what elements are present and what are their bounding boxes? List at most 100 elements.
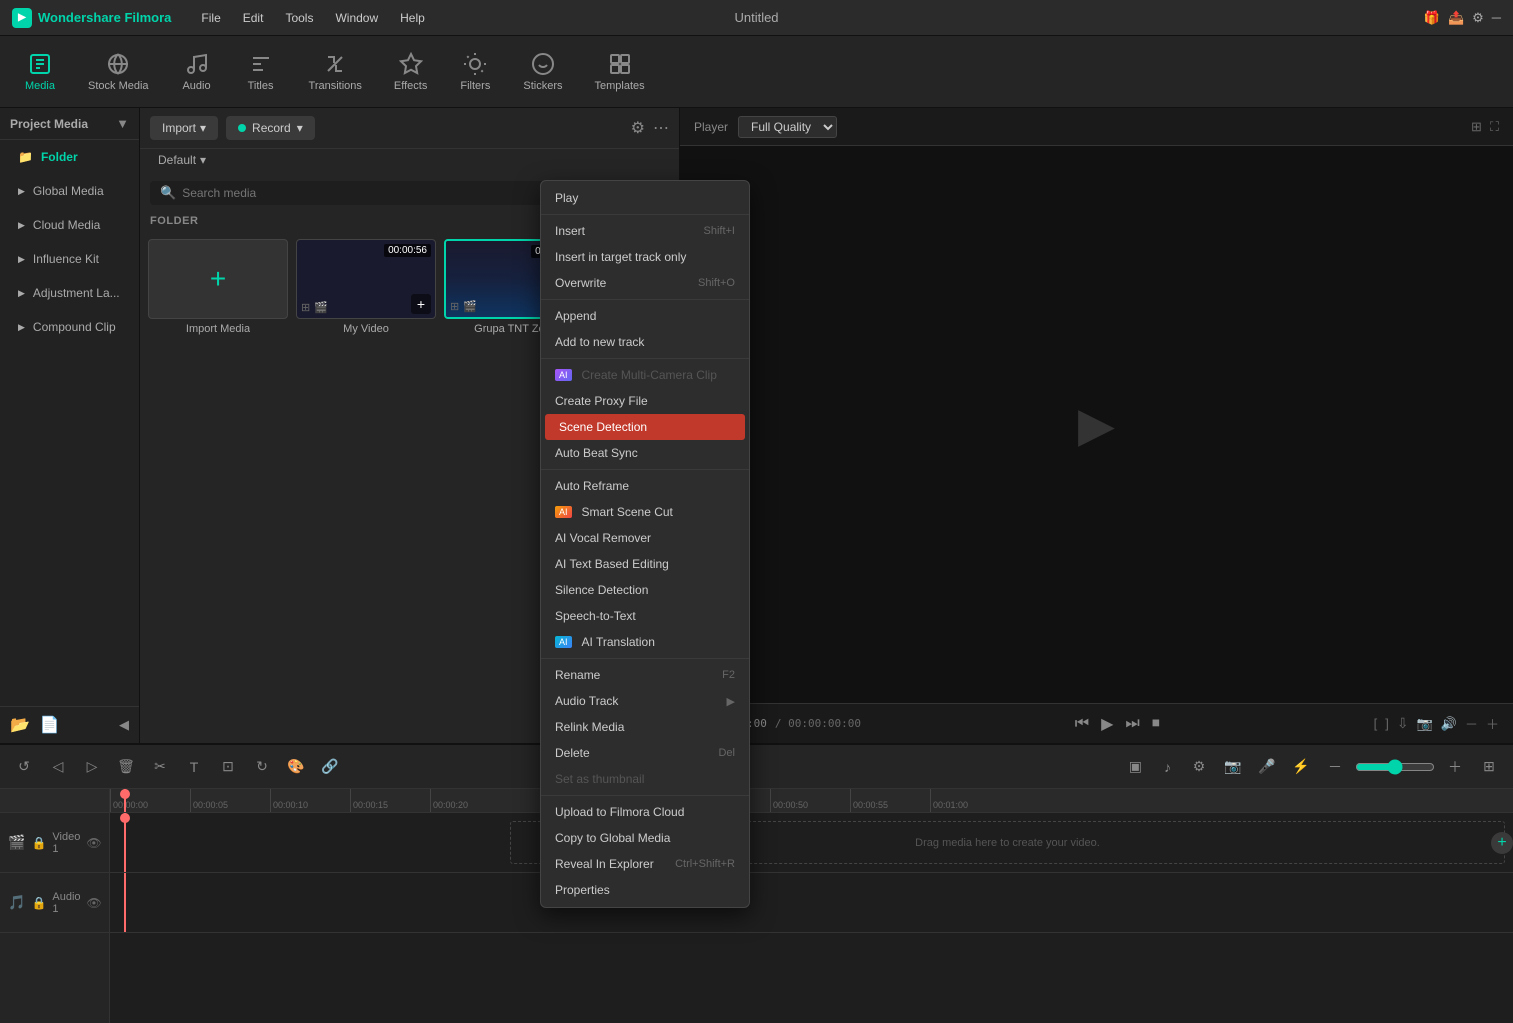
zoom-in-tl[interactable]: ＋ bbox=[1441, 753, 1469, 781]
media-item-my-video[interactable]: 00:00:56 ⊞ 🎬 + My Video bbox=[296, 239, 436, 335]
link-btn[interactable]: 🔗 bbox=[316, 753, 344, 781]
add-to-timeline-icon[interactable]: ⇩ bbox=[1397, 715, 1409, 732]
zoom-in-icon[interactable]: ＋ bbox=[1486, 714, 1499, 733]
tool-filters[interactable]: Filters bbox=[445, 46, 505, 98]
my-video-thumb[interactable]: 00:00:56 ⊞ 🎬 + bbox=[296, 239, 436, 319]
ctx-overwrite[interactable]: Overwrite Shift+O bbox=[541, 270, 749, 296]
audio-settings-icon[interactable]: 🔊 bbox=[1441, 716, 1457, 732]
sidebar-item-adjustment[interactable]: ▶ Adjustment La... bbox=[6, 278, 133, 308]
sidebar-collapse-btn[interactable]: ◀ bbox=[119, 717, 129, 733]
ctx-insert-target[interactable]: Insert in target track only bbox=[541, 244, 749, 270]
menu-file[interactable]: File bbox=[191, 7, 230, 29]
ctx-ai-text-editing[interactable]: AI Text Based Editing bbox=[541, 551, 749, 577]
settings-icon[interactable]: ⚙ bbox=[1472, 10, 1484, 26]
add-to-timeline-btn[interactable]: + bbox=[411, 294, 431, 314]
tool-effects[interactable]: Effects bbox=[380, 46, 441, 98]
tool-stickers[interactable]: Stickers bbox=[509, 46, 576, 98]
video-track-row[interactable]: Drag media here to create your video. + bbox=[110, 813, 1513, 873]
filter-icon[interactable]: ⚙ bbox=[631, 118, 645, 138]
tool-audio[interactable]: Audio bbox=[167, 46, 227, 98]
track-settings-btn[interactable]: ⚙ bbox=[1185, 753, 1213, 781]
mark-in-icon[interactable]: [ bbox=[1374, 716, 1378, 731]
sidebar-collapse-icon[interactable]: ▼ bbox=[116, 116, 129, 131]
menu-tools[interactable]: Tools bbox=[275, 7, 323, 29]
play-icon[interactable]: ▶ bbox=[1101, 714, 1113, 734]
fullscreen-icon[interactable]: ⛶ bbox=[1490, 119, 1499, 135]
tool-titles[interactable]: Titles bbox=[231, 46, 291, 98]
ctx-ai-translation[interactable]: AI AI Translation bbox=[541, 629, 749, 655]
ctx-reveal-explorer[interactable]: Reveal In Explorer Ctrl+Shift+R bbox=[541, 851, 749, 877]
menu-edit[interactable]: Edit bbox=[233, 7, 274, 29]
ctx-smart-scene-cut[interactable]: AI Smart Scene Cut bbox=[541, 499, 749, 525]
new-folder-icon[interactable]: 📂 bbox=[10, 715, 30, 735]
search-input[interactable] bbox=[182, 186, 382, 200]
sidebar-item-folder[interactable]: 📁 Folder bbox=[6, 142, 133, 172]
video-track-lock-icon[interactable]: 🔒 bbox=[31, 836, 46, 850]
tool-transitions[interactable]: Transitions bbox=[295, 46, 376, 98]
add-track-btn[interactable]: + bbox=[1491, 832, 1513, 854]
media-item-import[interactable]: + Import Media bbox=[148, 239, 288, 335]
playhead[interactable] bbox=[124, 789, 126, 812]
mark-out-icon[interactable]: ] bbox=[1385, 716, 1389, 731]
import-media-thumb[interactable]: + bbox=[148, 239, 288, 319]
redo-btn[interactable]: ▷ bbox=[78, 753, 106, 781]
ctx-copy-global[interactable]: Copy to Global Media bbox=[541, 825, 749, 851]
video-track-btn[interactable]: ▣ bbox=[1121, 753, 1150, 781]
crop-btn[interactable]: ⊡ bbox=[214, 753, 242, 781]
ctx-append[interactable]: Append bbox=[541, 303, 749, 329]
tool-stock-media[interactable]: Stock Media bbox=[74, 46, 163, 98]
skip-back-icon[interactable]: ⏮ bbox=[1075, 715, 1089, 733]
delete-btn[interactable]: 🗑 bbox=[112, 753, 140, 781]
zoom-slider[interactable] bbox=[1355, 759, 1435, 775]
undo-btn-2[interactable]: ◁ bbox=[44, 753, 72, 781]
ctx-audio-track[interactable]: Audio Track ▶ bbox=[541, 688, 749, 714]
zoom-out-icon[interactable]: － bbox=[1465, 714, 1478, 733]
text-btn[interactable]: T bbox=[180, 753, 208, 781]
mic-btn[interactable]: 🎤 bbox=[1253, 753, 1281, 781]
ctx-create-proxy[interactable]: Create Proxy File bbox=[541, 388, 749, 414]
stop-icon[interactable]: ⏹ bbox=[1152, 715, 1160, 733]
new-item-icon[interactable]: 📄 bbox=[40, 715, 60, 735]
menu-window[interactable]: Window bbox=[325, 7, 388, 29]
video-track-eye-icon[interactable]: 👁 bbox=[86, 836, 101, 850]
grid-view-btn[interactable]: ⊞ bbox=[1475, 753, 1503, 781]
zoom-out-tl[interactable]: － bbox=[1321, 753, 1349, 781]
ctx-add-new-track[interactable]: Add to new track bbox=[541, 329, 749, 355]
layout-grid-icon[interactable]: ⊞ bbox=[1471, 119, 1482, 135]
ctx-properties[interactable]: Properties bbox=[541, 877, 749, 903]
undo-btn[interactable]: ↺ bbox=[10, 753, 38, 781]
ctx-delete[interactable]: Delete Del bbox=[541, 740, 749, 766]
tool-templates[interactable]: Templates bbox=[580, 46, 658, 98]
cut-btn[interactable]: ✂ bbox=[146, 753, 174, 781]
sidebar-item-influence-kit[interactable]: ▶ Influence Kit bbox=[6, 244, 133, 274]
snapshot-icon[interactable]: 📷 bbox=[1417, 716, 1433, 732]
share-icon[interactable]: 📤 bbox=[1448, 10, 1464, 26]
audio-track-row[interactable] bbox=[110, 873, 1513, 933]
ctx-auto-reframe[interactable]: Auto Reframe bbox=[541, 473, 749, 499]
ctx-scene-detection[interactable]: Scene Detection bbox=[545, 414, 745, 440]
tool-media[interactable]: Media bbox=[10, 46, 70, 98]
ctx-auto-beat-sync[interactable]: Auto Beat Sync bbox=[541, 440, 749, 466]
gift-icon[interactable]: 🎁 bbox=[1424, 10, 1440, 26]
skip-forward-icon[interactable]: ⏭ bbox=[1125, 715, 1139, 733]
color-btn[interactable]: 🎨 bbox=[282, 753, 310, 781]
ctx-silence-detection[interactable]: Silence Detection bbox=[541, 577, 749, 603]
ctx-rename[interactable]: Rename F2 bbox=[541, 662, 749, 688]
camera-btn[interactable]: 📷 bbox=[1219, 753, 1247, 781]
more-icon[interactable]: ⋯ bbox=[653, 118, 669, 138]
split-btn[interactable]: ⚡ bbox=[1287, 753, 1315, 781]
default-select[interactable]: Default ▾ bbox=[150, 149, 669, 171]
ctx-ai-vocal-remover[interactable]: AI Vocal Remover bbox=[541, 525, 749, 551]
minimize-icon[interactable]: ─ bbox=[1492, 10, 1501, 25]
ctx-speech-to-text[interactable]: Speech-to-Text bbox=[541, 603, 749, 629]
sidebar-item-cloud-media[interactable]: ▶ Cloud Media bbox=[6, 210, 133, 240]
audio-track-lock-icon[interactable]: 🔒 bbox=[31, 896, 46, 910]
audio-track-btn[interactable]: ♪ bbox=[1156, 753, 1179, 781]
rotate-btn[interactable]: ↻ bbox=[248, 753, 276, 781]
ctx-insert[interactable]: Insert Shift+I bbox=[541, 218, 749, 244]
ctx-play[interactable]: Play bbox=[541, 185, 749, 211]
record-button[interactable]: Record ▾ bbox=[226, 116, 315, 140]
ctx-upload-cloud[interactable]: Upload to Filmora Cloud bbox=[541, 799, 749, 825]
quality-select[interactable]: Full Quality 1/2 Quality 1/4 Quality bbox=[738, 116, 837, 138]
sidebar-item-compound-clip[interactable]: ▶ Compound Clip bbox=[6, 312, 133, 342]
